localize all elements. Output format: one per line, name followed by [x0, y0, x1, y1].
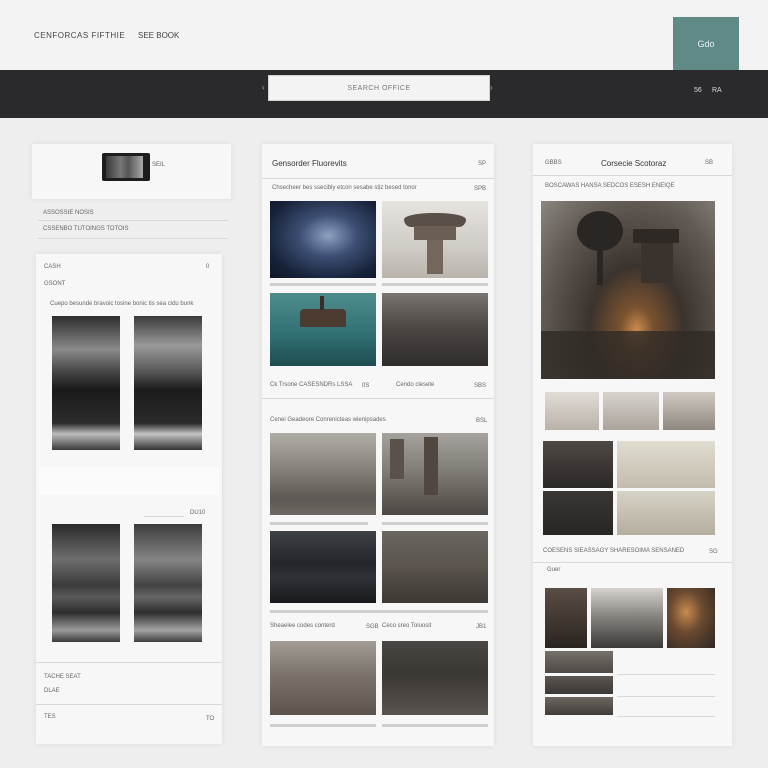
progress-bar — [270, 724, 376, 727]
sunset-ruins-image[interactable] — [667, 588, 715, 648]
ruined-city-image[interactable] — [270, 433, 376, 515]
divider — [38, 238, 228, 239]
divider — [36, 662, 222, 663]
divider — [38, 220, 228, 221]
section-title: Cenei Geadeore Conrenicteas wienipsades — [270, 417, 386, 423]
search-right-bracket-icon: › — [490, 83, 493, 92]
center-gallery-card: Gensorder Fluorevits SP Chsecheer bes ss… — [262, 144, 494, 746]
card-title: CASH — [44, 264, 61, 270]
divider — [617, 674, 715, 675]
row-label: Ck Trsone CASESNDRs LSSA — [270, 382, 353, 388]
right-title-count: SB — [705, 160, 714, 166]
sketch-thumbnail-image[interactable] — [603, 392, 659, 430]
dark-interior-image[interactable] — [543, 441, 613, 488]
footer-text-2: DLAE — [44, 688, 60, 694]
device-label: SEIL — [152, 162, 166, 168]
divider — [533, 175, 732, 176]
foggy-hill-image[interactable] — [382, 293, 488, 366]
primary-action-button[interactable]: Gdo — [673, 17, 739, 70]
sketch-thumbnail-image[interactable] — [663, 392, 715, 430]
strip-thumbnail-image[interactable] — [545, 651, 613, 673]
dark-shore-image[interactable] — [382, 641, 488, 715]
parchment-image[interactable] — [617, 441, 715, 488]
meta-line-1: ASSOSSIE NOSIS — [43, 210, 94, 216]
row-count: JB1 — [476, 624, 487, 630]
divider — [617, 716, 715, 717]
nebula-image[interactable] — [270, 201, 376, 278]
temple-fire-image[interactable] — [541, 201, 715, 379]
right-title: Corsecie Scotoraz — [601, 159, 667, 168]
row-count: SBS — [474, 383, 487, 389]
portrait-sketch-image[interactable] — [545, 392, 599, 430]
row-count: SGB — [366, 624, 379, 630]
footer-count: TO — [206, 716, 215, 722]
center-title: Gensorder Fluorevits — [272, 159, 347, 168]
right-caption: BOSCAWAS HANSA SEDCOS ESESH ENEIQE — [545, 183, 675, 189]
parchment-image[interactable] — [617, 491, 715, 535]
top-header: CENFORCAS FIFTHIE SEE BOOK Gdo — [0, 0, 768, 71]
divider — [262, 398, 494, 399]
nav-link[interactable]: SEE BOOK — [138, 31, 179, 40]
right-tag-2: Guer — [547, 567, 561, 573]
seascape-image[interactable] — [52, 524, 120, 642]
footer-text-3: TES — [44, 714, 56, 720]
village-image[interactable] — [382, 531, 488, 603]
right-caption-2-count: SG — [709, 549, 718, 555]
mountain-valley-image[interactable] — [270, 641, 376, 715]
card-caption: Cuepo besunde bravoic tosine bonic tis s… — [50, 301, 194, 307]
tablet-thumbnail-icon — [102, 153, 150, 181]
spacer-band — [39, 467, 219, 495]
center-title-count: SP — [478, 161, 487, 167]
gallery-card: CASH 0 GSONT Cuepo besunde bravoic tosin… — [36, 254, 222, 744]
right-detail-card: GBBS Corsecie Scotoraz SB BOSCAWAS HANSA… — [533, 144, 732, 746]
seascape-image[interactable] — [134, 524, 202, 642]
section-count: BSL — [476, 418, 488, 424]
framed-art-image[interactable] — [545, 588, 587, 648]
divider — [617, 696, 715, 697]
divider — [36, 704, 222, 705]
right-caption-2: COESENS SIEASSAGY SHARESOIMA SENSANED — [543, 548, 685, 554]
brand-logo-text[interactable]: CENFORCAS FIFTHIE — [34, 31, 125, 40]
progress-bar — [270, 610, 488, 613]
card-subtitle: GSONT — [44, 281, 66, 287]
sunken-ship-image[interactable] — [270, 293, 376, 366]
divider — [144, 516, 184, 517]
toolbar-item-2[interactable]: RA — [712, 87, 722, 94]
row-label: Ceco sreo Toluosit — [382, 623, 432, 629]
center-caption-count: SPB — [474, 186, 487, 192]
row-count: 0S — [362, 383, 370, 389]
dark-scene-image[interactable] — [543, 491, 613, 535]
toolbar: ‹ SEARCH OFFICE › 56 RA — [0, 70, 768, 118]
strip-thumbnail-image[interactable] — [545, 676, 613, 694]
right-tag: GBBS — [545, 160, 562, 166]
strip-thumbnail-image[interactable] — [545, 697, 613, 715]
progress-bar — [270, 522, 368, 525]
stormy-cliff-image[interactable] — [52, 316, 120, 450]
center-caption: Chsecheer bes ssecibly etcon sesabe stiz… — [272, 185, 417, 191]
toolbar-item-1[interactable]: 56 — [694, 87, 702, 94]
search-input[interactable]: SEARCH OFFICE — [268, 75, 490, 101]
progress-bar — [382, 283, 488, 286]
divider — [262, 178, 494, 179]
castle-towers-image[interactable] — [382, 433, 488, 515]
progress-bar — [270, 283, 376, 286]
section-tag: DU10 — [190, 510, 206, 516]
row-label: Cendo clesete — [396, 382, 435, 388]
water-tower-image[interactable] — [382, 201, 488, 278]
progress-bar — [382, 724, 488, 727]
search-left-bracket-icon: ‹ — [262, 83, 265, 92]
divider — [533, 562, 732, 563]
footer-text-1: TACHE SEAT — [44, 674, 81, 680]
waterfall-image[interactable] — [591, 588, 663, 648]
night-harbor-image[interactable] — [270, 531, 376, 603]
stormy-cliff-image[interactable] — [134, 316, 202, 450]
progress-bar — [382, 522, 488, 525]
device-card[interactable]: SEIL — [32, 144, 231, 199]
meta-line-2: CSSENBO TUTOINGS TOTOIS — [43, 226, 129, 232]
row-label: Sheaelee codes conterd — [270, 623, 335, 629]
card-count: 0 — [206, 264, 210, 270]
